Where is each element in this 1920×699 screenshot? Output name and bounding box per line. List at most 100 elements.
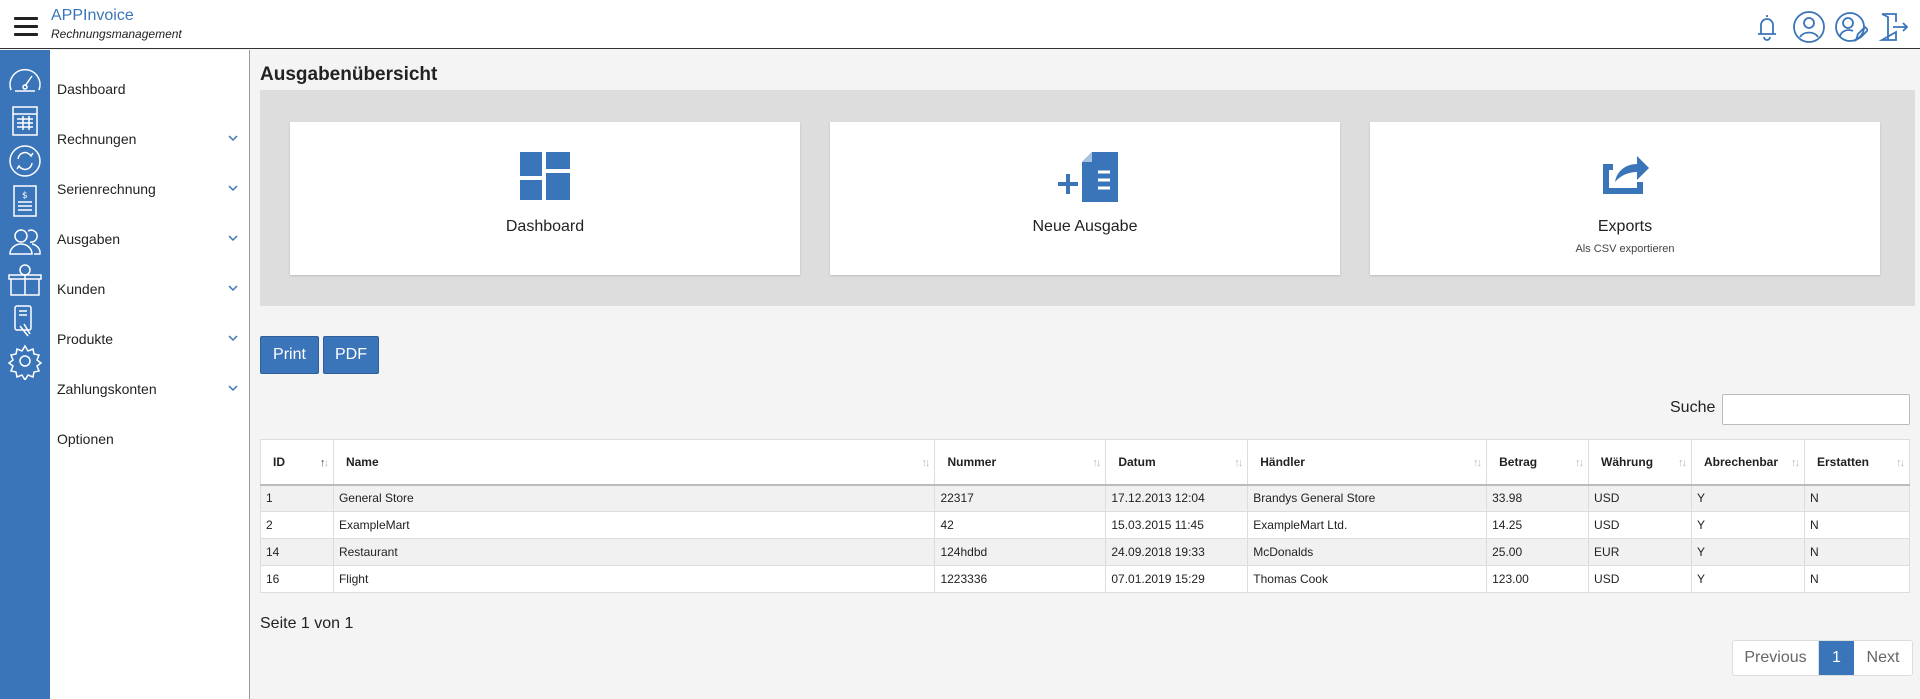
tile-label: Dashboard [505,218,585,235]
cell-name: Flight [332,565,936,593]
cell-erstatten: N [1803,538,1911,566]
cell-datum: 24.09.2018 19:33 [1105,538,1249,566]
expense-receipt-icon[interactable]: $ [6,182,44,220]
search-input[interactable] [1722,394,1910,425]
cell-haendler: ExampleMart Ltd. [1247,511,1488,539]
tile-exports[interactable]: Exports Als CSV exportieren [1370,122,1880,275]
column-header-id[interactable]: ID ↑↓ [260,439,334,486]
chevron-down-icon [228,135,238,142]
main-content: Ausgabenübersicht Dashboard Neue Ausgabe [251,50,1920,699]
pagination: Previous 1 Next [1732,640,1913,676]
sidebar-item-label: Produkte [57,331,114,347]
sidebar-item-produkte[interactable]: Produkte [50,319,250,359]
logout-icon[interactable] [1876,10,1910,44]
tile-dashboard[interactable]: Dashboard [290,122,800,275]
sort-icon: ↑↓ [1790,457,1800,469]
cell-haendler: Brandys General Store [1247,484,1488,512]
cell-erstatten: N [1803,511,1911,539]
sidebar-item-zahlungskonten[interactable]: Zahlungskonten [50,369,250,409]
column-header-abrechenbar[interactable]: Abrechenbar ↑↓ [1691,439,1805,486]
sort-icon: ↑↓ [1234,457,1243,469]
cell-haendler: McDonalds [1247,538,1488,566]
sort-icon: ↑↓ [1473,457,1482,469]
gear-icon[interactable] [6,342,44,380]
bell-icon[interactable] [1750,10,1784,44]
sort-icon: ↑↓ [1896,457,1905,469]
print-button[interactable]: Print [260,336,319,374]
invoice-table-icon[interactable] [6,102,44,140]
column-header-waehrung[interactable]: Währung ↑↓ [1588,439,1692,486]
cell-id: 14 [260,538,334,566]
app-header: APPInvoice Rechnungsmanagement [0,0,1920,49]
icon-rail: $ [0,50,50,699]
sidebar-item-rechnungen[interactable]: Rechnungen [50,119,250,159]
cell-id: 1 [260,484,334,512]
chevron-down-icon [228,185,238,192]
previous-page-button[interactable]: Previous [1733,641,1819,675]
cell-name: General Store [332,484,936,512]
export-share-icon [1603,156,1649,194]
cell-datum: 15.03.2015 11:45 [1105,511,1249,539]
cell-nummer: 1223336 [934,565,1107,593]
page-title: Ausgabenübersicht [260,64,1915,91]
table-row[interactable]: 1 General Store 22317 17.12.2013 12:04 B… [260,484,1911,512]
cell-waehrung: USD [1588,565,1692,593]
sidebar-item-optionen[interactable]: Optionen [50,419,250,459]
column-header-nummer[interactable]: Nummer ↑↓ [934,439,1107,486]
table-row[interactable]: 2 ExampleMart 42 15.03.2015 11:45 Exampl… [260,511,1911,539]
cell-datum: 07.01.2019 15:29 [1105,565,1249,593]
column-header-datum[interactable]: Datum ↑↓ [1105,439,1249,486]
customers-icon[interactable] [6,222,44,260]
chevron-down-icon [228,235,238,242]
cell-id: 16 [260,565,334,593]
sidebar-item-label: Optionen [57,431,114,447]
product-box-icon[interactable] [6,262,44,300]
tile-neue-ausgabe[interactable]: Neue Ausgabe [830,122,1340,275]
sort-icon: ↑↓ [1575,457,1584,469]
column-header-haendler[interactable]: Händler ↑↓ [1247,439,1488,486]
brand[interactable]: APPInvoice Rechnungsmanagement [51,7,182,41]
table-row[interactable]: 16 Flight 1223336 07.01.2019 15:29 Thoma… [260,565,1911,593]
column-header-betrag[interactable]: Betrag ↑↓ [1486,439,1590,486]
cell-waehrung: USD [1588,511,1692,539]
menu-toggle-icon[interactable] [14,17,38,37]
next-page-button[interactable]: Next [1854,641,1912,675]
user-profile-icon[interactable] [1792,10,1826,44]
cell-id: 2 [260,511,334,539]
quick-action-tiles: Dashboard Neue Ausgabe Exports Als CSV e… [260,90,1915,306]
cell-haendler: Thomas Cook [1247,565,1488,593]
sidebar-item-label: Kunden [57,281,106,297]
table-header-row: ID ↑↓ Name ↑↓ Nummer ↑↓ Datum ↑↓ Händler ↑↓ B… [260,439,1911,486]
cell-datum: 17.12.2013 12:04 [1105,484,1249,512]
pdf-button[interactable]: PDF [323,336,379,374]
user-edit-icon[interactable] [1834,10,1868,44]
sidebar-item-ausgaben[interactable]: Ausgaben [50,219,250,259]
sort-icon: ↑↓ [1092,457,1101,469]
cell-betrag: 123.00 [1486,565,1590,593]
payment-card-icon[interactable] [6,302,44,340]
cell-abrechenbar: Y [1691,565,1805,593]
column-header-erstatten[interactable]: Erstatten ↑↓ [1803,439,1911,486]
sidebar-item-label: Serienrechnung [57,181,156,197]
cell-waehrung: USD [1588,484,1692,512]
search-label: Suche [1670,399,1716,416]
column-header-name[interactable]: Name ↑↓ [332,439,936,486]
chevron-down-icon [228,335,238,342]
tile-label: Exports [1597,218,1653,235]
cell-name: Restaurant [332,538,936,566]
sidebar-item-label: Dashboard [57,81,126,97]
table-row[interactable]: 14 Restaurant 124hdbd 24.09.2018 19:33 M… [260,538,1911,566]
recurring-arrows-icon[interactable] [6,142,44,180]
page-1-button[interactable]: 1 [1819,641,1854,675]
sort-icon: ↑↓ [1678,457,1687,469]
tile-sublabel: Als CSV exportieren [1575,243,1675,255]
page-info: Seite 1 von 1 [260,615,354,632]
header-actions [1750,10,1910,44]
sidebar-item-dashboard[interactable]: Dashboard [50,69,250,109]
expenses-table: ID ↑↓ Name ↑↓ Nummer ↑↓ Datum ↑↓ Händler ↑↓ B… [260,439,1911,593]
sidebar-item-label: Rechnungen [57,131,137,147]
speedometer-icon[interactable] [6,62,44,100]
cell-erstatten: N [1803,565,1911,593]
sidebar-item-serienrechnung[interactable]: Serienrechnung [50,169,250,209]
sidebar-item-kunden[interactable]: Kunden [50,269,250,309]
